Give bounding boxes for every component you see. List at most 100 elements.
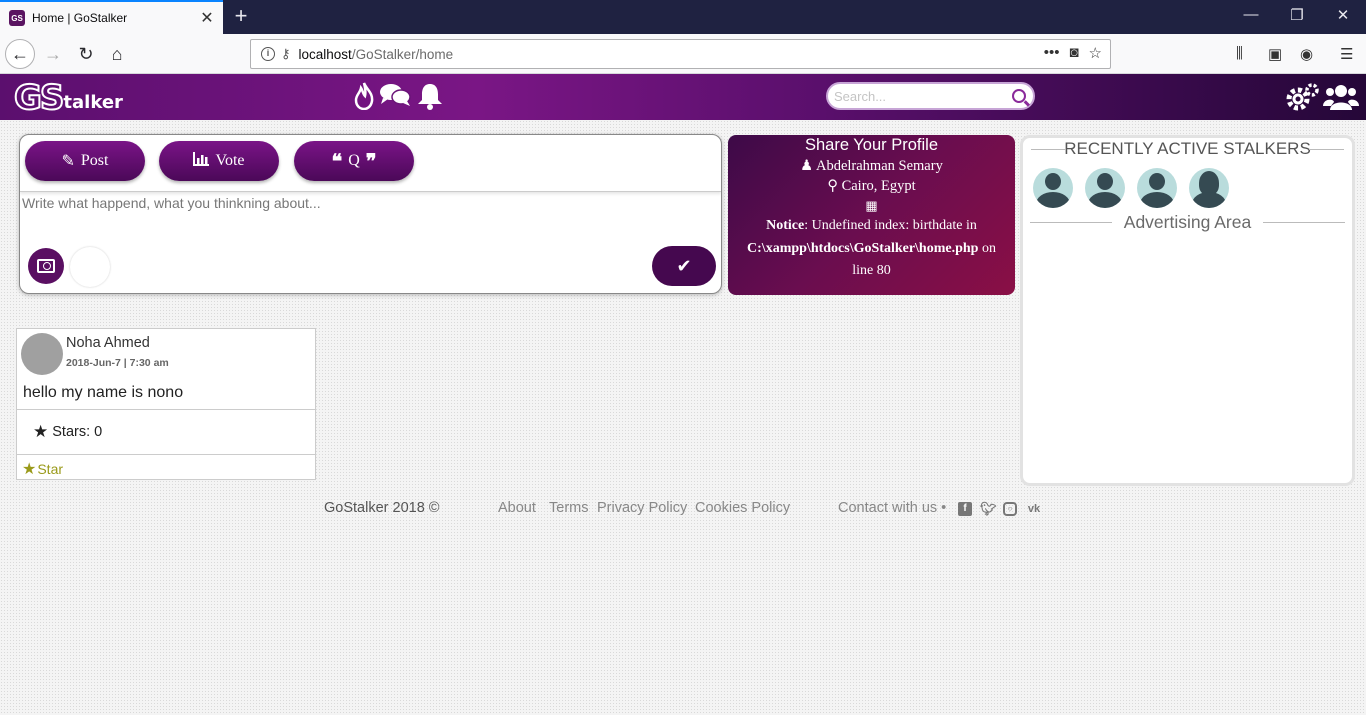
post-author[interactable]: Noha Ahmed: [66, 335, 150, 351]
url-path: /GoStalker/home: [351, 46, 454, 62]
chart-icon: [193, 151, 210, 171]
composer-tabs: ✎ Post Vote ❝ Q ❞: [20, 135, 721, 192]
photo-upload-button[interactable]: [28, 248, 64, 284]
check-icon: ✔: [676, 255, 692, 276]
pocket-icon[interactable]: ◙: [1069, 44, 1078, 62]
post-stars-count: Stars: 0: [52, 424, 103, 440]
quote-close-icon: ❞: [365, 150, 377, 173]
home-icon[interactable]: ⌂: [102, 39, 132, 69]
footer-link-cookies-text[interactable]: Cookies Policy: [695, 500, 790, 516]
avatar[interactable]: [21, 333, 63, 375]
footer-link-about[interactable]: About: [498, 500, 536, 516]
site-header: GS talker: [0, 74, 1366, 120]
minimize-icon[interactable]: —: [1241, 6, 1261, 23]
facebook-icon[interactable]: f: [958, 502, 972, 516]
browser-tab[interactable]: GS Home | GoStalker ✕: [0, 0, 223, 34]
image-preview: [70, 247, 110, 287]
profile-name: ♟ Abdelrahman Semary: [728, 158, 1015, 175]
map-marker-icon: ⚲: [827, 178, 838, 194]
star-button-label: Star: [37, 461, 64, 477]
site-info-icon[interactable]: i: [261, 47, 275, 61]
quote-tab-button[interactable]: ❝ Q ❞: [294, 141, 414, 181]
logo-gs: GS: [13, 78, 65, 118]
post-body: hello my name is nono: [23, 384, 184, 401]
notice-text: : Undefined index: birthdate in: [804, 218, 977, 233]
library-icon[interactable]: ⫼: [1236, 45, 1243, 62]
quote-tab-label: Q: [348, 152, 360, 169]
stalker-avatar[interactable]: [1085, 168, 1125, 208]
post-date: 2018-Jun-7 | 7:30 am: [66, 357, 169, 369]
star-outline-icon: ★: [22, 461, 37, 478]
url-host: localhost: [298, 46, 352, 62]
tab-close-icon[interactable]: ✕: [195, 8, 219, 28]
footer-link-cookies[interactable]: Cookies Policy: [695, 500, 790, 516]
submit-post-button[interactable]: ✔: [652, 246, 716, 286]
settings-gears-icon[interactable]: [1286, 82, 1320, 118]
star-button[interactable]: ★ Star: [22, 459, 63, 479]
new-tab-icon[interactable]: +: [229, 5, 253, 29]
twitter-icon[interactable]: 🐦︎: [980, 502, 997, 516]
bookmark-star-icon[interactable]: ☆: [1089, 44, 1102, 62]
post-textarea[interactable]: Write what happend, what you thinkning a…: [22, 195, 712, 211]
url-bar[interactable]: i ⚷ localhost/GoStalker/home ••• ◙ ☆: [250, 39, 1111, 69]
quote-open-icon: ❝: [331, 150, 343, 173]
post-card: Noha Ahmed 2018-Jun-7 | 7:30 am hello my…: [16, 328, 316, 480]
notice-label: Notice: [766, 218, 805, 233]
favicon-icon: GS: [9, 10, 25, 26]
star-icon: ★: [33, 422, 49, 441]
profile-card-title: Share Your Profile: [804, 136, 938, 154]
footer-link-privacy[interactable]: Privacy Policy: [597, 500, 687, 516]
page-actions-icon[interactable]: •••: [1044, 44, 1060, 62]
back-icon[interactable]: ←: [5, 39, 35, 69]
post-tab-label: Post: [80, 152, 109, 169]
bell-icon[interactable]: [416, 82, 444, 116]
edit-icon: ✎: [61, 153, 75, 170]
site-logo[interactable]: GS talker: [13, 78, 123, 118]
user-icon: ♟: [800, 158, 814, 174]
camera-icon: [37, 259, 55, 273]
fire-icon[interactable]: [354, 82, 374, 116]
share-profile-card: Share Your Profile ♟ Abdelrahman Semary …: [728, 135, 1015, 295]
profile-location: ⚲ Cairo, Egypt: [728, 178, 1015, 195]
search-icon[interactable]: [1012, 89, 1026, 103]
footer-contact: Contact with us •: [838, 500, 947, 516]
chat-icon[interactable]: [379, 82, 411, 114]
account-icon[interactable]: ◉: [1300, 45, 1313, 63]
recently-active-heading: RECENTLY ACTIVE STALKERS: [1023, 138, 1352, 160]
vk-icon[interactable]: vk: [1025, 502, 1043, 516]
forward-icon[interactable]: →: [38, 39, 68, 69]
footer-link-privacy-text[interactable]: Privacy Policy: [597, 500, 687, 516]
url-text: localhost/GoStalker/home: [299, 47, 454, 62]
search-input[interactable]: [834, 88, 1004, 104]
sidebar-toggle-icon[interactable]: ▣: [1268, 45, 1282, 63]
reload-icon[interactable]: ↻: [71, 39, 101, 69]
calendar-icon: ▦: [865, 198, 878, 213]
tab-title: Home | GoStalker: [32, 11, 128, 25]
post-composer: ✎ Post Vote ❝ Q ❞ Write what happend, wh…: [19, 134, 722, 294]
restore-icon[interactable]: ❐: [1287, 6, 1307, 24]
footer-link-terms-text[interactable]: Terms: [549, 500, 588, 516]
search-box: [826, 82, 1035, 110]
footer-link-about-text[interactable]: About: [498, 500, 536, 516]
instagram-icon[interactable]: ○: [1003, 502, 1017, 516]
vote-tab-label: Vote: [215, 152, 245, 169]
active-stalkers-list: [1033, 168, 1352, 208]
right-sidebar: RECENTLY ACTIVE STALKERS Advertising Are…: [1020, 135, 1355, 486]
advertising-heading: Advertising Area: [1023, 211, 1352, 233]
post-tab-button[interactable]: ✎ Post: [25, 141, 145, 181]
footer-copyright: GoStalker 2018 ©: [324, 500, 440, 516]
stalker-avatar[interactable]: [1033, 168, 1073, 208]
window-close-icon[interactable]: ✕: [1333, 6, 1353, 24]
menu-icon[interactable]: ☰: [1340, 45, 1353, 63]
profile-location-text: Cairo, Egypt: [841, 178, 916, 194]
vote-tab-button[interactable]: Vote: [159, 141, 279, 181]
stalker-avatar[interactable]: [1137, 168, 1177, 208]
stalker-avatar[interactable]: [1189, 168, 1229, 208]
post-stars: ★ Stars: 0: [17, 409, 315, 455]
users-icon[interactable]: [1323, 82, 1359, 118]
browser-navbar: ← → ↻ ⌂ i ⚷ localhost/GoStalker/home •••…: [0, 34, 1366, 74]
logo-text: talker: [63, 92, 123, 113]
php-notice: Notice: Undefined index: birthdate in C:…: [728, 215, 1015, 283]
footer-link-terms[interactable]: Terms: [549, 500, 588, 516]
key-icon[interactable]: ⚷: [281, 46, 291, 62]
